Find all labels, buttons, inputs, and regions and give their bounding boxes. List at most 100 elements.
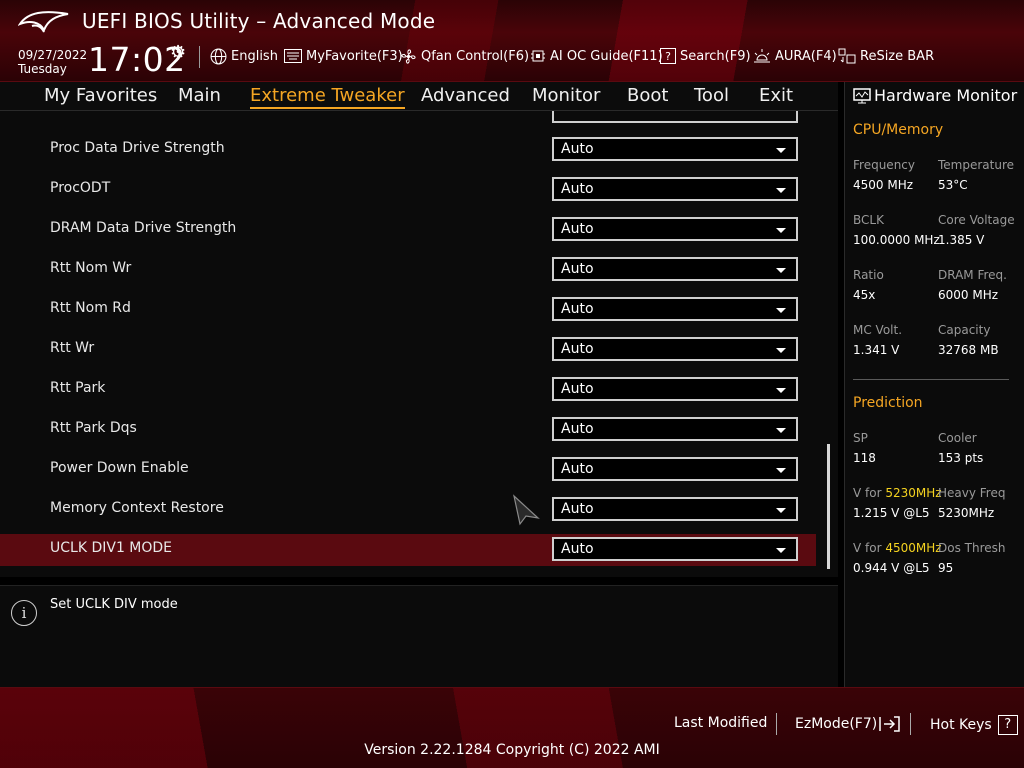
- ai-oc-guide-label: AI OC Guide(F11): [550, 48, 663, 64]
- setting-dropdown[interactable]: Auto: [552, 217, 798, 241]
- hardware-monitor-title: Hardware Monitor: [853, 86, 1017, 105]
- bclk-value: 100.0000 MHz: [853, 233, 940, 247]
- setting-row[interactable]: Power Down Enable Auto: [0, 454, 816, 486]
- dropdown-value: Auto: [561, 421, 594, 437]
- dram-freq-label: DRAM Freq.: [938, 268, 1007, 282]
- v-for-label-1: V for 5230MHz: [853, 486, 942, 500]
- v-for-value-2: 0.944 V @L5: [853, 561, 930, 575]
- settings-list[interactable]: Proc Data Drive Strength Auto ProcODT Au…: [0, 111, 838, 577]
- cooler-label: Cooler: [938, 431, 977, 445]
- tab-extreme-tweaker[interactable]: Extreme Tweaker: [250, 85, 405, 109]
- search-button[interactable]: ? Search(F9): [660, 47, 751, 65]
- tab-boot[interactable]: Boot: [627, 85, 668, 106]
- dos-thresh-label: Dos Thresh: [938, 541, 1006, 555]
- help-text: Set UCLK DIV mode: [50, 597, 178, 612]
- date-text: 09/27/2022: [18, 48, 88, 62]
- dropdown-value: Auto: [561, 501, 594, 517]
- language-label: English: [231, 48, 278, 64]
- setting-label: Rtt Park: [50, 380, 106, 396]
- frequency-value: 4500 MHz: [853, 178, 914, 192]
- tab-my-favorites[interactable]: My Favorites: [44, 85, 157, 106]
- setting-dropdown[interactable]: Auto: [552, 497, 798, 521]
- v-for-text: V for: [853, 486, 882, 500]
- monitor-icon: [853, 87, 871, 103]
- clock-settings-gear-icon[interactable]: ⚙: [170, 42, 186, 63]
- capacity-value: 32768 MB: [938, 343, 999, 357]
- temperature-value: 53°C: [938, 178, 968, 192]
- sp-value: 118: [853, 451, 876, 465]
- setting-row[interactable]: ProcODT Auto: [0, 174, 816, 206]
- setting-label: Rtt Park Dqs: [50, 420, 137, 436]
- hot-keys-button[interactable]: Hot Keys ?: [930, 715, 1018, 735]
- dropdown-value: Auto: [561, 461, 594, 477]
- question-mark-icon: ?: [997, 715, 1018, 735]
- core-voltage-label: Core Voltage: [938, 213, 1015, 227]
- setting-dropdown[interactable]: Auto: [552, 417, 798, 441]
- tab-advanced[interactable]: Advanced: [421, 85, 510, 106]
- setting-dropdown[interactable]: Auto: [552, 337, 798, 361]
- setting-dropdown[interactable]: Auto: [552, 377, 798, 401]
- main-tab-bar: My Favorites Main Extreme Tweaker Advanc…: [0, 82, 838, 111]
- dropdown-caret-icon: [776, 228, 786, 233]
- setting-label: Rtt Nom Wr: [50, 260, 132, 276]
- setting-dropdown[interactable]: Auto: [552, 257, 798, 281]
- ratio-value: 45x: [853, 288, 876, 302]
- hardware-monitor-label: Hardware Monitor: [874, 86, 1018, 105]
- language-button[interactable]: English: [210, 47, 278, 65]
- dropdown-caret-icon: [776, 308, 786, 313]
- dropdown-value: Auto: [561, 381, 594, 397]
- search-help-icon: ?: [660, 48, 676, 64]
- setting-label: Rtt Nom Rd: [50, 300, 131, 316]
- setting-row[interactable]: Rtt Nom Wr Auto: [0, 254, 816, 286]
- setting-row[interactable]: Rtt Park Auto: [0, 374, 816, 406]
- dram-freq-value: 6000 MHz: [938, 288, 999, 302]
- setting-row[interactable]: Memory Context Restore Auto: [0, 494, 816, 526]
- ezmode-button[interactable]: EzMode(F7): [795, 715, 901, 733]
- setting-dropdown[interactable]: Auto: [552, 177, 798, 201]
- svg-text:?: ?: [665, 50, 671, 63]
- heavy-freq-value: 5230MHz: [938, 506, 995, 520]
- dropdown-caret-icon: [776, 508, 786, 513]
- ai-oc-guide-button[interactable]: AI OC Guide(F11): [530, 47, 663, 65]
- tab-tool[interactable]: Tool: [694, 85, 729, 106]
- footer-divider: [910, 713, 911, 735]
- setting-row[interactable]: Rtt Park Dqs Auto: [0, 414, 816, 446]
- tab-exit[interactable]: Exit: [759, 85, 793, 106]
- setting-row[interactable]: DRAM Data Drive Strength Auto: [0, 214, 816, 246]
- rog-logo-icon: [18, 11, 69, 33]
- hardware-monitor-panel: Hardware Monitor CPU/Memory Frequency Te…: [844, 82, 1024, 687]
- sp-label: SP: [853, 431, 868, 445]
- myfavorite-button[interactable]: MyFavorite(F3): [284, 47, 403, 65]
- setting-row[interactable]: Rtt Wr Auto: [0, 334, 816, 366]
- ezmode-label: EzMode(F7): [795, 716, 878, 732]
- tab-monitor[interactable]: Monitor: [532, 85, 600, 106]
- dropdown-caret-icon: [776, 428, 786, 433]
- dos-thresh-value: 95: [938, 561, 954, 575]
- setting-dropdown[interactable]: Auto: [552, 457, 798, 481]
- heavy-freq-label: Heavy Freq: [938, 486, 1006, 500]
- footer-bar: Last Modified EzMode(F7) Hot Keys ? Vers…: [0, 687, 1024, 768]
- dropdown-caret-icon: [776, 188, 786, 193]
- setting-dropdown[interactable]: Auto: [552, 137, 798, 161]
- v-for-value-1: 1.215 V @L5: [853, 506, 930, 520]
- globe-icon: [210, 48, 227, 64]
- qfan-control-button[interactable]: Qfan Control(F6): [400, 47, 529, 65]
- setting-row[interactable]: Rtt Nom Rd Auto: [0, 294, 816, 326]
- aura-light-icon: [754, 49, 770, 63]
- setting-label: UCLK DIV1 MODE: [50, 540, 173, 556]
- last-modified-button[interactable]: Last Modified: [674, 715, 767, 731]
- bclk-label: BCLK: [853, 213, 884, 227]
- setting-dropdown[interactable]: Auto: [552, 297, 798, 321]
- setting-dropdown[interactable]: Auto: [552, 537, 798, 561]
- dropdown-caret-icon: [776, 348, 786, 353]
- dropdown-caret-icon: [776, 548, 786, 553]
- help-panel: i Set UCLK DIV mode: [0, 585, 838, 687]
- date-display: 09/27/2022 Tuesday: [18, 48, 87, 76]
- setting-row[interactable]: Proc Data Drive Strength Auto: [0, 134, 816, 166]
- aura-button[interactable]: AURA(F4): [753, 47, 837, 65]
- settings-scrollbar[interactable]: [827, 444, 830, 569]
- tab-main[interactable]: Main: [178, 85, 221, 106]
- aura-label: AURA(F4): [775, 48, 837, 64]
- resize-bar-button[interactable]: ReSize BAR: [838, 47, 934, 65]
- setting-row-selected[interactable]: UCLK DIV1 MODE Auto: [0, 534, 816, 566]
